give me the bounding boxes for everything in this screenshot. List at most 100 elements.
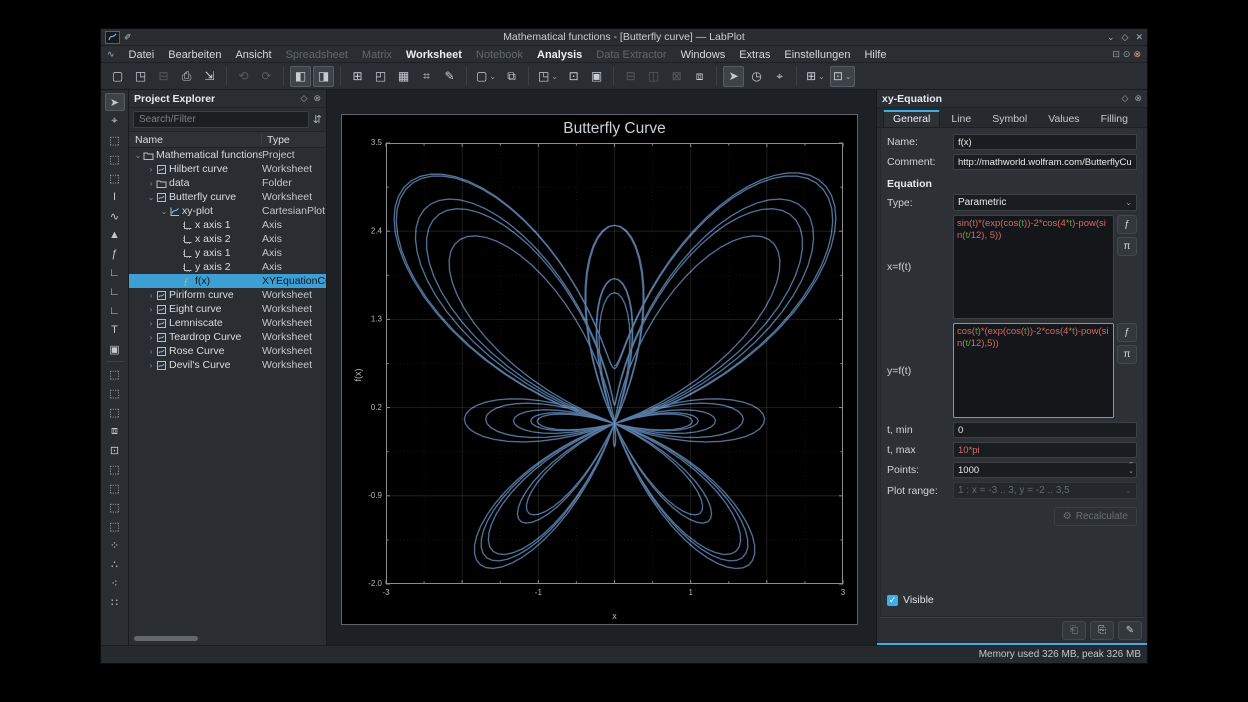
equation-type-dropdown[interactable]: Parametric ⌄: [953, 194, 1137, 211]
insert-constant-button[interactable]: π: [1117, 237, 1137, 256]
export-worksheet-icon[interactable]: ◳⌄: [535, 66, 561, 87]
new-worksheet-icon[interactable]: ▢⌄: [473, 66, 499, 87]
menu-einstellungen[interactable]: Einstellungen: [777, 49, 857, 61]
points-field[interactable]: [953, 462, 1137, 478]
tree-row-x-axis-2[interactable]: x axis 2Axis: [129, 232, 326, 246]
scrollbar-thumb[interactable]: [134, 636, 198, 641]
filter-options-icon[interactable]: ⇵: [313, 113, 322, 126]
add-equation-curve-icon[interactable]: ƒ: [105, 245, 125, 263]
add-image-icon[interactable]: ▣: [105, 340, 125, 358]
expander-icon[interactable]: ⌄: [159, 207, 169, 216]
shift-up-icon[interactable]: ⬚: [105, 460, 125, 478]
collapse-region-icon[interactable]: ⬚: [105, 517, 125, 535]
zoom-fit-height-icon[interactable]: ⬚: [105, 403, 125, 421]
zoom-fit-width-icon[interactable]: ⬚: [105, 384, 125, 402]
close-dock-icon[interactable]: ⊗: [313, 93, 321, 104]
column-header-type[interactable]: Type: [262, 134, 326, 146]
expander-icon[interactable]: ›: [146, 361, 156, 370]
expander-icon[interactable]: ›: [146, 165, 156, 174]
zoom-y-select-icon[interactable]: ⬚: [105, 169, 125, 187]
menu-worksheet[interactable]: Worksheet: [399, 49, 469, 61]
magnification-icon[interactable]: ⊞⌄: [803, 66, 828, 87]
export-icon[interactable]: ⇲: [199, 66, 220, 87]
data-picker-icon[interactable]: ✎: [439, 66, 460, 87]
spinner-buttons[interactable]: ⌃⌄: [1128, 463, 1134, 475]
t-min-field[interactable]: [953, 422, 1137, 438]
navigate-mode-icon[interactable]: ◷: [746, 66, 767, 87]
tree-row-y-axis-1[interactable]: y axis 1Axis: [129, 246, 326, 260]
mdi-restore-icon[interactable]: ⊙: [1123, 49, 1131, 60]
add-axis-icon[interactable]: ∟: [105, 264, 125, 282]
x-equation-field[interactable]: sin(t)*(exp(cos(t))-2*cos(4*t)-pow(sin(t…: [953, 215, 1114, 319]
tree-row-butterfly-curve[interactable]: ⌄Butterfly curveWorksheet: [129, 190, 326, 204]
tree-row-rose-curve[interactable]: ›Rose CurveWorksheet: [129, 344, 326, 358]
expander-icon[interactable]: ›: [146, 347, 156, 356]
float-dock-icon[interactable]: ◇: [301, 93, 308, 104]
toggle-project-explorer-icon[interactable]: ◧: [290, 66, 311, 87]
zoom-x-select-icon[interactable]: ⬚: [105, 150, 125, 168]
zoom-fit-icon[interactable]: ⬚: [105, 365, 125, 383]
column-header-name[interactable]: Name: [129, 134, 262, 146]
points-density-2-icon[interactable]: ∴: [105, 555, 125, 573]
worksheet-view[interactable]: Butterfly Curve x f(x): [327, 90, 877, 645]
plot-canvas[interactable]: [342, 115, 857, 624]
menu-windows[interactable]: Windows: [674, 49, 733, 61]
expander-icon[interactable]: ›: [146, 305, 156, 314]
menu-ansicht[interactable]: Ansicht: [228, 49, 278, 61]
zoom-select-icon[interactable]: ⬚: [105, 131, 125, 149]
close-button[interactable]: ✕: [1135, 31, 1143, 44]
shift-down-icon[interactable]: ⬚: [105, 479, 125, 497]
points-density-1-icon[interactable]: ⁘: [105, 536, 125, 554]
tree-row-eight-curve[interactable]: ›Eight curveWorksheet: [129, 302, 326, 316]
expander-icon[interactable]: ⌄: [146, 193, 156, 202]
new-folder-icon[interactable]: ⊞: [347, 66, 368, 87]
chevron-down-icon[interactable]: ⌄: [489, 72, 496, 81]
tree-row-f-x-[interactable]: ƒf(x)XYEquationCurve: [129, 274, 326, 288]
chevron-down-icon[interactable]: ⌄: [818, 72, 825, 81]
add-text-label-icon[interactable]: T: [105, 321, 125, 339]
auto-scale-icon[interactable]: ⧈: [105, 422, 125, 440]
scale-content-icon[interactable]: ⊡: [105, 441, 125, 459]
insert-function-button[interactable]: ƒ: [1117, 323, 1137, 342]
add-histogram-icon[interactable]: ▲: [105, 226, 125, 244]
new-matrix-icon[interactable]: ⌗: [416, 66, 437, 87]
chevron-down-icon[interactable]: ⌄: [551, 72, 558, 81]
mdi-minimize-icon[interactable]: ⊡: [1112, 49, 1120, 60]
search-input[interactable]: [133, 111, 309, 128]
tab-symbol[interactable]: Symbol: [982, 110, 1037, 127]
t-max-field[interactable]: [953, 442, 1137, 458]
insert-function-button[interactable]: ƒ: [1117, 215, 1137, 234]
zoom-select-mode-icon[interactable]: ⌖: [769, 66, 790, 87]
menu-datei[interactable]: Datei: [122, 49, 162, 61]
tree-row-piriform-curve[interactable]: ›Piriform curveWorksheet: [129, 288, 326, 302]
visible-checkbox[interactable]: ✓: [887, 595, 898, 606]
template-save-button[interactable]: ⎘: [1090, 621, 1114, 640]
print-preview-icon[interactable]: ▣: [586, 66, 607, 87]
worksheet-page[interactable]: Butterfly Curve x f(x): [341, 114, 858, 625]
toggle-properties-dock-icon[interactable]: ◨: [313, 66, 334, 87]
expander-icon[interactable]: ›: [146, 179, 156, 188]
select-mode-icon[interactable]: ➤: [723, 66, 744, 87]
zoom-fit-page-icon[interactable]: ⊡: [563, 66, 584, 87]
tab-values[interactable]: Values: [1038, 110, 1089, 127]
name-field[interactable]: [953, 134, 1137, 150]
points-density-3-icon[interactable]: ⁖: [105, 574, 125, 592]
points-density-4-icon[interactable]: ∷: [105, 593, 125, 611]
presenter-mode-icon[interactable]: ⊡⌄: [830, 66, 855, 87]
expander-icon[interactable]: ›: [146, 291, 156, 300]
comment-field[interactable]: [953, 154, 1137, 170]
print-icon[interactable]: ⎙: [176, 66, 197, 87]
expander-icon[interactable]: ›: [146, 319, 156, 328]
spin-down-icon[interactable]: ⌄: [1128, 469, 1134, 475]
maximize-button[interactable]: ◇: [1122, 31, 1129, 44]
insert-constant-button[interactable]: π: [1117, 345, 1137, 364]
tree-row-hilbert-curve[interactable]: ›Hilbert curveWorksheet: [129, 162, 326, 176]
mdi-close-icon[interactable]: ⊗: [1133, 49, 1141, 60]
chevron-down-icon[interactable]: ⌄: [845, 72, 852, 81]
expand-region-icon[interactable]: ⬚: [105, 498, 125, 516]
new-project-icon[interactable]: ▢: [107, 66, 128, 87]
fullscreen-icon[interactable]: ⧈: [689, 66, 710, 87]
menu-hilfe[interactable]: Hilfe: [857, 49, 893, 61]
menu-analysis[interactable]: Analysis: [530, 49, 589, 61]
tree-row-teardrop-curve[interactable]: ›Teardrop CurveWorksheet: [129, 330, 326, 344]
